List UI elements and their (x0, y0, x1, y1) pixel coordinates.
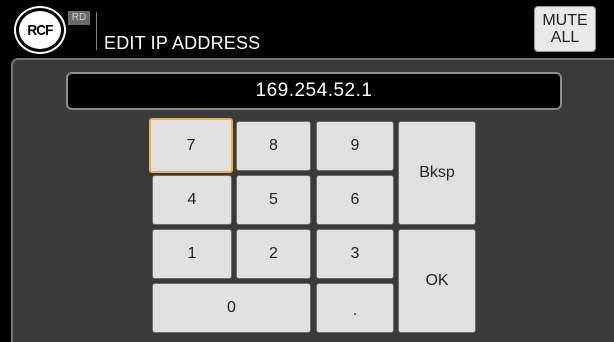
key-6[interactable]: 6 (316, 175, 394, 225)
page-title: EDIT IP ADDRESS (104, 33, 261, 53)
rd-badge: RD (68, 11, 90, 25)
ip-address-field[interactable]: 169.254.52.1 (66, 72, 562, 110)
key-dot[interactable]: . (316, 283, 394, 333)
key-3[interactable]: 3 (316, 229, 394, 279)
header-divider (96, 12, 97, 50)
logo-text: RCF (27, 21, 53, 39)
header-bar: RCF RD EDIT IP ADDRESS MUTE ALL (0, 0, 614, 57)
key-7[interactable]: 7 (149, 118, 233, 173)
rcf-logo: RCF (16, 8, 64, 52)
backspace-button[interactable]: Bksp (398, 121, 476, 225)
mute-label-line2: ALL (550, 29, 580, 46)
mute-label-line1: MUTE (542, 12, 588, 29)
key-8[interactable]: 8 (236, 121, 311, 171)
key-1[interactable]: 1 (152, 229, 232, 279)
mute-all-button[interactable]: MUTE ALL (534, 6, 596, 52)
key-9[interactable]: 9 (316, 121, 394, 171)
key-5[interactable]: 5 (236, 175, 311, 225)
key-4[interactable]: 4 (152, 175, 232, 225)
key-2[interactable]: 2 (236, 229, 311, 279)
key-0[interactable]: 0 (152, 283, 311, 333)
screen: RCF RD EDIT IP ADDRESS MUTE ALL 169.254.… (0, 0, 614, 342)
ok-button[interactable]: OK (398, 229, 476, 333)
